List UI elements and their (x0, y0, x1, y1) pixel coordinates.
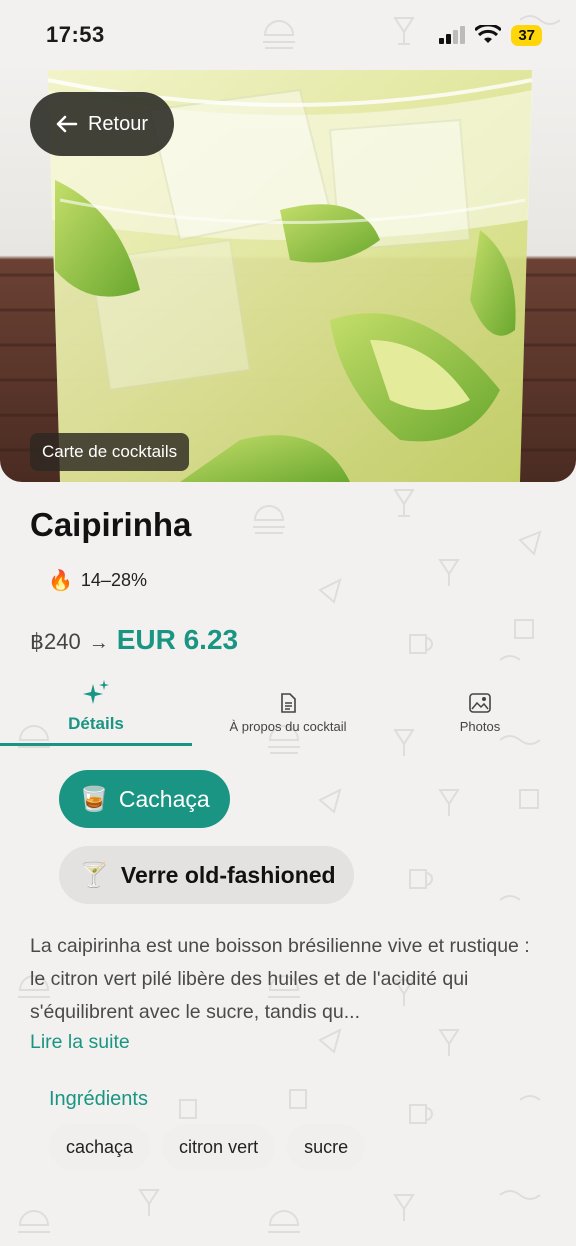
abv-badge: 🔥 14–28% (48, 568, 147, 593)
clock: 17:53 (46, 22, 105, 47)
spirit-label: Cachaça (118, 785, 210, 812)
photos-icon (469, 693, 491, 713)
ingredients-heading: Ingrédients (49, 1088, 148, 1110)
cocktail-glass-icon: 🍸 (79, 861, 109, 889)
price-original: ฿240 (30, 629, 81, 654)
sparkles-icon (83, 680, 109, 704)
glass-label: Verre old-fashioned (120, 861, 336, 888)
fire-icon: 🔥 (48, 570, 73, 592)
glass-chip[interactable]: 🍸 Verre old-fashioned (59, 846, 354, 904)
price-converted: EUR 6.23 (116, 624, 239, 655)
whisky-glass-icon: 🥃 (79, 785, 109, 813)
spirit-chip[interactable]: 🥃 Cachaça (59, 770, 230, 828)
abv-value: 14–28% (80, 570, 147, 590)
status-icons: 37 (439, 24, 542, 46)
battery-indicator: 37 (511, 24, 542, 46)
tab-photos[interactable]: Photos (384, 676, 576, 746)
signal-icon (439, 26, 466, 44)
wifi-icon (475, 25, 502, 43)
price-arrow: → (88, 632, 109, 654)
drink-title: Caipirinha (30, 506, 192, 543)
tab-about-label: À propos du cocktail (229, 719, 347, 734)
price: ฿240 → EUR 6.23 (30, 624, 238, 656)
category-tag[interactable]: Carte de cocktails (30, 433, 190, 471)
tab-details[interactable]: Détails (0, 676, 192, 746)
tab-about[interactable]: À propos du cocktail (192, 676, 384, 746)
tab-details-label: Détails (68, 714, 124, 733)
arrow-left-icon (56, 115, 78, 133)
description: La caipirinha est une boisson brésilienn… (30, 935, 530, 1023)
ingredient-list: cachaça citron vert sucre (49, 1124, 366, 1170)
ingredient-chip[interactable]: cachaça (49, 1124, 151, 1170)
status-bar: 17:53 37 (0, 0, 576, 70)
tab-photos-label: Photos (459, 719, 501, 734)
back-button[interactable]: Retour (30, 92, 174, 156)
ingredient-chip[interactable]: sucre (287, 1124, 366, 1170)
read-more-link[interactable]: Lire la suite (30, 1031, 130, 1054)
back-button-label: Retour (87, 112, 149, 135)
document-icon (281, 693, 296, 713)
ingredient-chip[interactable]: citron vert (162, 1124, 276, 1170)
tab-bar: Détails À propos du cocktail Photos (0, 676, 576, 746)
